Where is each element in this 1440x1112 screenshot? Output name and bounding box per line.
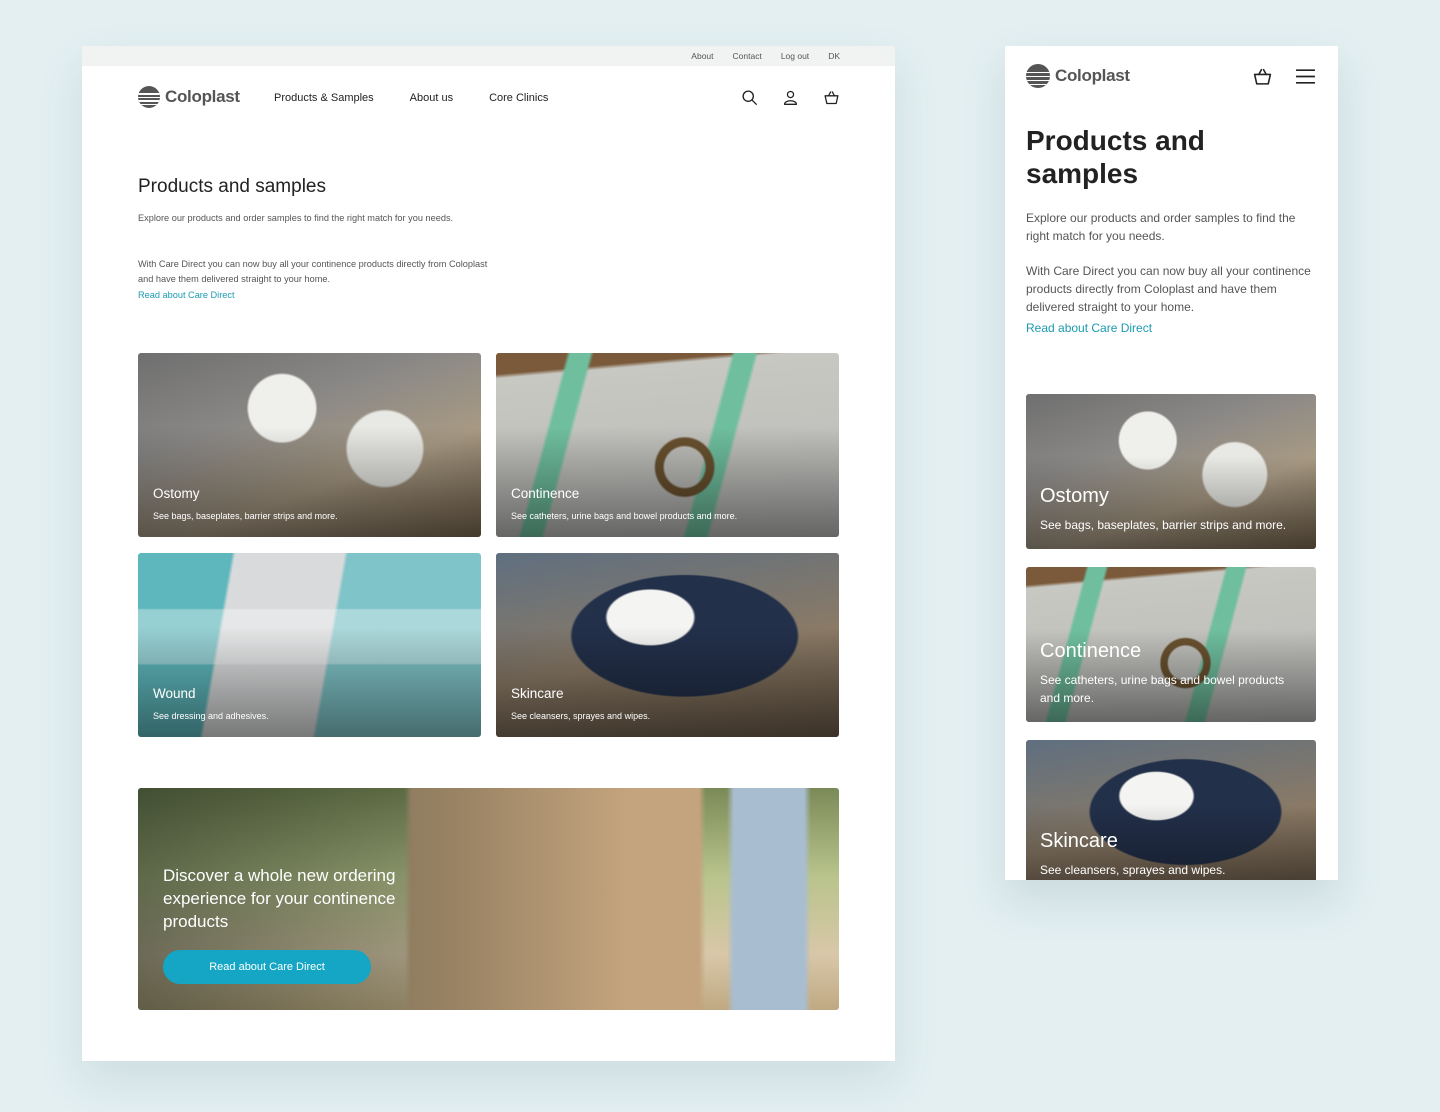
care-direct-link[interactable]: Read about Care Direct (138, 290, 235, 300)
card-title: Skincare (511, 686, 564, 701)
card-subtitle: See catheters, urine bags and bowel prod… (511, 511, 738, 521)
category-card-continence[interactable]: Continence See catheters, urine bags and… (1026, 567, 1316, 722)
card-subtitle: See bags, baseplates, barrier strips and… (1040, 518, 1287, 532)
intro-text: Explore our products and order samples t… (1026, 211, 1296, 243)
page-title: Products and samples (1026, 125, 1205, 189)
category-card-ostomy[interactable]: Ostomy See bags, baseplates, barrier str… (1026, 394, 1316, 549)
coloplast-logo-icon (138, 86, 160, 108)
menu-icon[interactable] (1295, 66, 1316, 87)
care-direct-link[interactable]: Read about Care Direct (1026, 321, 1152, 335)
utility-language-link[interactable]: DK (828, 51, 840, 61)
desktop-page: About Contact Log out DK Coloplast Produ… (82, 46, 895, 1061)
utility-about-link[interactable]: About (691, 51, 713, 61)
utility-bar: About Contact Log out DK (82, 46, 895, 66)
mobile-page: Coloplast Products and samples Explore o… (1005, 46, 1338, 880)
nav-core-clinics[interactable]: Core Clinics (489, 92, 548, 104)
category-card-skincare[interactable]: Skincare See cleansers, sprayes and wipe… (1026, 740, 1316, 880)
care-direct-banner: Discover a whole new ordering experience… (138, 788, 839, 1010)
care-direct-text: With Care Direct you can now buy all you… (138, 259, 488, 284)
card-title: Ostomy (1040, 485, 1109, 507)
care-direct-text: With Care Direct you can now buy all you… (1026, 264, 1311, 314)
nav-products-samples[interactable]: Products & Samples (274, 92, 374, 104)
card-subtitle: See cleansers, sprayes and wipes. (511, 711, 651, 721)
coloplast-logo[interactable]: Coloplast (138, 86, 240, 108)
basket-icon[interactable] (823, 89, 840, 106)
card-subtitle: See dressing and adhesives. (153, 711, 269, 721)
card-subtitle: See cleansers, sprayes and wipes. (1040, 863, 1226, 877)
logo-wordmark: Coloplast (1055, 66, 1130, 85)
card-title: Continence (511, 486, 580, 501)
utility-contact-link[interactable]: Contact (733, 51, 762, 61)
intro-text: Explore our products and order samples t… (138, 213, 454, 223)
logo-wordmark: Coloplast (165, 87, 240, 106)
search-icon[interactable] (741, 89, 758, 106)
basket-icon[interactable] (1252, 66, 1273, 87)
card-title: Ostomy (153, 486, 200, 501)
page-title: Products and samples (138, 176, 326, 197)
nav-about-us[interactable]: About us (410, 92, 453, 104)
coloplast-logo[interactable]: Coloplast (1026, 64, 1130, 88)
card-subtitle: See bags, baseplates, barrier strips and… (153, 511, 338, 521)
utility-logout-link[interactable]: Log out (781, 51, 809, 61)
category-card-skincare[interactable]: Skincare See cleansers, sprayes and wipe… (496, 553, 839, 737)
card-title: Continence (1040, 640, 1142, 662)
banner-title: Discover a whole new ordering experience… (163, 866, 396, 931)
user-icon[interactable] (782, 89, 799, 106)
card-title: Wound (153, 686, 196, 701)
coloplast-logo-icon (1026, 64, 1050, 88)
card-subtitle: See catheters, urine bags and bowel prod… (1040, 673, 1285, 705)
main-navigation: Coloplast Products & Samples About us Co… (82, 66, 895, 129)
category-card-ostomy[interactable]: Ostomy See bags, baseplates, barrier str… (138, 353, 481, 537)
care-direct-button[interactable]: Read about Care Direct (163, 950, 371, 984)
category-card-wound[interactable]: Wound See dressing and adhesives. (138, 553, 481, 737)
category-card-continence[interactable]: Continence See catheters, urine bags and… (496, 353, 839, 537)
card-title: Skincare (1040, 830, 1118, 852)
